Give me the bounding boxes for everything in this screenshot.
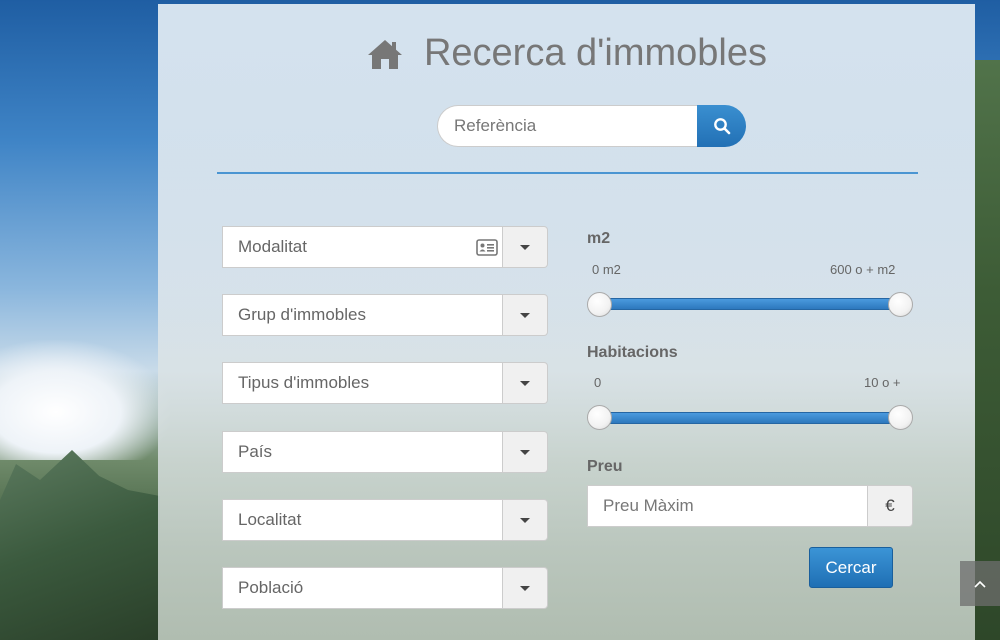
modalitat-select[interactable]: Modalitat — [222, 226, 548, 268]
search-icon — [713, 118, 730, 135]
habitacions-max-label: 10 o + — [864, 375, 901, 390]
poblacio-label: Població — [238, 578, 304, 597]
habitacions-slider-max-handle[interactable] — [888, 405, 913, 430]
reference-search — [437, 105, 746, 147]
poblacio-dropdown-toggle[interactable] — [503, 567, 548, 609]
section-divider — [217, 172, 918, 174]
chevron-down-icon — [520, 244, 530, 250]
home-icon — [367, 39, 402, 69]
id-card-icon — [476, 238, 498, 256]
tipus-select[interactable]: Tipus d'immobles — [222, 362, 548, 404]
localitat-field[interactable]: Localitat — [222, 499, 503, 541]
background-mountain-left — [0, 450, 160, 640]
modalitat-label: Modalitat — [238, 237, 307, 256]
m2-min-label: 0 m2 — [592, 262, 621, 277]
habitacions-min-label: 0 — [594, 375, 602, 390]
chevron-down-icon — [520, 312, 530, 318]
m2-max-label: 600 o + m2 — [830, 262, 896, 277]
m2-slider-min-handle[interactable] — [587, 292, 612, 317]
tipus-label: Tipus d'immobles — [238, 373, 370, 392]
modalitat-field[interactable]: Modalitat — [222, 226, 503, 268]
page-title: Recerca d'immobles — [423, 32, 768, 74]
localitat-dropdown-toggle[interactable] — [503, 499, 548, 541]
localitat-select[interactable]: Localitat — [222, 499, 548, 541]
tipus-dropdown-toggle[interactable] — [503, 362, 548, 404]
grup-select[interactable]: Grup d'immobles — [222, 294, 548, 336]
m2-label: m2 — [587, 230, 611, 247]
preu-input-group: € — [587, 485, 913, 527]
preu-maxim-input[interactable] — [587, 485, 867, 527]
grup-dropdown-toggle[interactable] — [503, 294, 548, 336]
pais-label: País — [238, 442, 273, 461]
pais-select[interactable]: País — [222, 431, 548, 473]
chevron-down-icon — [520, 449, 530, 455]
localitat-label: Localitat — [238, 510, 302, 529]
tipus-field[interactable]: Tipus d'immobles — [222, 362, 503, 404]
habitacions-slider-min-handle[interactable] — [587, 405, 612, 430]
background-cloud — [0, 340, 170, 460]
poblacio-select[interactable]: Població — [222, 567, 548, 609]
pais-field[interactable]: País — [222, 431, 503, 473]
chevron-down-icon — [520, 380, 530, 386]
habitacions-slider-range[interactable] — [599, 412, 899, 424]
chevron-down-icon — [520, 517, 530, 523]
cercar-button[interactable]: Cercar — [809, 547, 893, 588]
search-panel: Recerca d'immobles Modalitat — [158, 4, 975, 640]
grup-label: Grup d'immobles — [238, 305, 366, 324]
modalitat-dropdown-toggle[interactable] — [503, 226, 548, 268]
m2-slider-max-handle[interactable] — [888, 292, 913, 317]
background-mountain-right — [975, 60, 1000, 640]
preu-label: Preu — [587, 458, 623, 475]
title-row: Recerca d'immobles — [158, 32, 975, 75]
habitacions-label: Habitacions — [587, 344, 678, 361]
grup-field[interactable]: Grup d'immobles — [222, 294, 503, 336]
euro-addon: € — [867, 485, 913, 527]
m2-slider-range[interactable] — [599, 298, 899, 310]
reference-input[interactable] — [437, 105, 697, 147]
chevron-down-icon — [520, 585, 530, 591]
search-button[interactable] — [697, 105, 746, 147]
poblacio-field[interactable]: Població — [222, 567, 503, 609]
chevron-up-icon — [974, 580, 986, 588]
scroll-to-top-button[interactable] — [960, 561, 1000, 606]
pais-dropdown-toggle[interactable] — [503, 431, 548, 473]
